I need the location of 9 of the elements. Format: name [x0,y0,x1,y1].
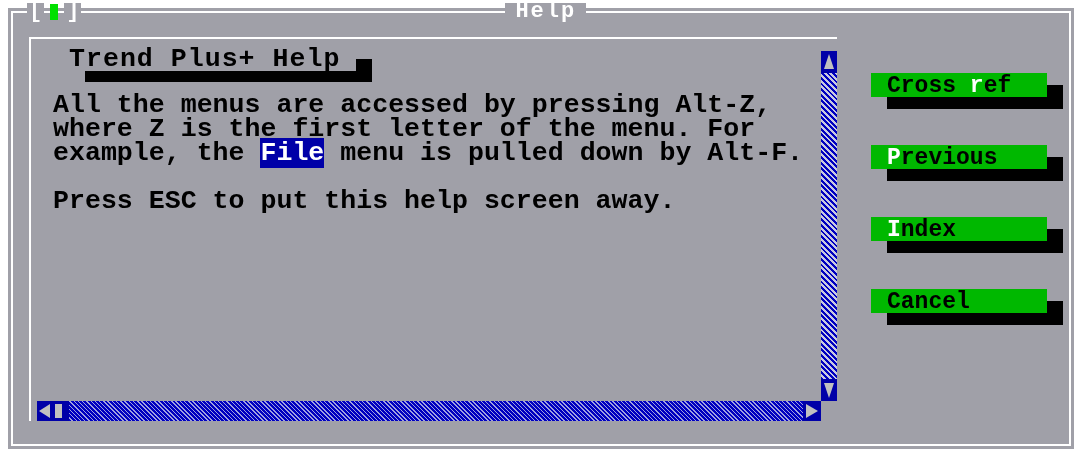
help-paragraph: All the menus are accessed by pressing Alt-Z, where Z is the first letter of the menu. For example, the File menu is pulled down by Alt-F. [53,93,805,165]
scroll-down-icon[interactable] [821,379,837,401]
help-paragraph: Press ESC to put this help screen away. [53,189,677,213]
scroll-up-icon[interactable] [821,51,837,73]
vertical-scrollbar[interactable] [821,51,837,401]
horizontal-scrollbar[interactable] [37,401,821,421]
scroll-right-icon[interactable] [803,401,821,421]
scroll-left-icon[interactable] [37,401,69,421]
close-icon[interactable] [50,4,59,20]
